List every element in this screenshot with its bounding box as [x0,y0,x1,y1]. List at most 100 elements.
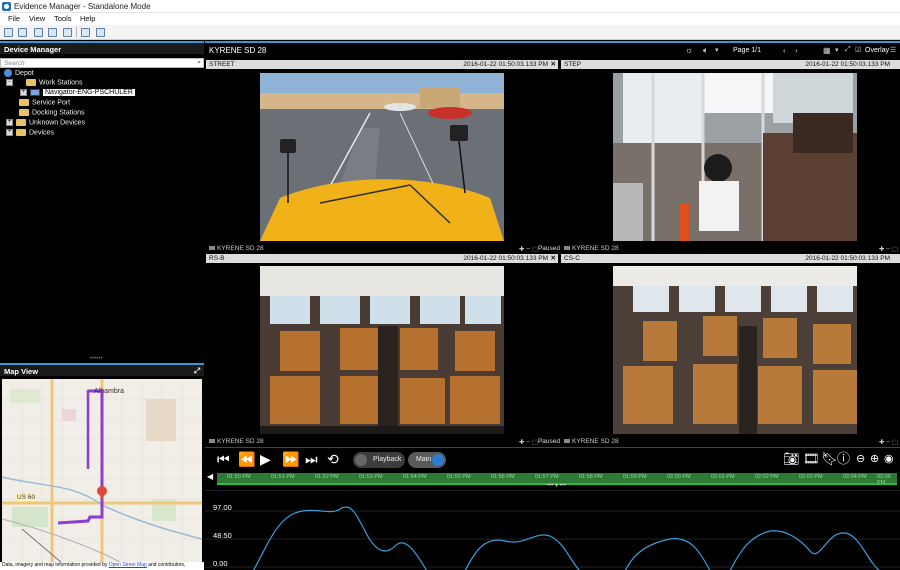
paused-status: Paused [537,438,560,445]
playback-mode-button[interactable]: Playback [353,452,405,468]
tree-item-devices[interactable]: + Devices [6,129,54,139]
tile-header: RS-B 2016-01-22 01:50:03.133 PM ✕ [206,254,558,263]
menu-tools[interactable]: Tools [54,14,72,23]
device-manager-title: Device Manager [4,45,62,54]
timeline[interactable]: ◀ 01:50 PM 01:51 PM 01:52 PM 01:53 PM 01… [205,471,900,489]
tree-item-service-port[interactable]: Service Port [19,99,70,109]
video-tile-cs-c[interactable]: CS-C 2016-01-22 01:50:03.133 PM KYRENE S… [561,254,900,446]
camera-icon [564,439,570,444]
main-mode-button[interactable]: Main [408,452,446,468]
timeline-left-icon[interactable]: ◀ [207,472,213,481]
bookmark-icon[interactable]: 🔖︎ [821,452,838,466]
volume-dropdown-icon[interactable]: ▾ [715,46,719,54]
zoom-controls[interactable]: ✚ − ⬚ [879,245,898,253]
open-icon[interactable] [18,28,27,37]
splitter-grip[interactable]: •••••• [90,356,103,362]
zoom-reset-icon[interactable]: ◉ [884,452,894,466]
zoom-controls[interactable]: ✚ − ⬚ [519,245,538,253]
camera-icon [564,246,570,251]
zoom-controls[interactable]: ✚ − ⬚ [519,438,538,446]
expand-icon[interactable]: + [6,129,13,136]
skip-to-end-icon[interactable]: ⏭ [305,452,318,466]
snapshot-icon[interactable]: 📷︎ [783,452,800,466]
map-credit-link[interactable]: Open Street Map [109,562,147,568]
zoom-in-icon[interactable]: ⊕ [870,452,879,466]
folder-icon [19,109,29,116]
tree-item-work-stations[interactable]: - Work Stations [6,79,82,89]
menu-view[interactable]: View [29,14,45,23]
tree-item-depot[interactable]: Depot [4,69,34,79]
tile-header: CS-C 2016-01-22 01:50:03.133 PM [561,254,900,263]
tile-timestamp: 2016-01-22 01:50:03.133 PM [805,255,890,262]
options-icon[interactable]: ☰ [890,46,896,54]
info-icon[interactable]: ⓘ [837,452,850,466]
camera-icon [209,246,215,251]
fullscreen-icon[interactable]: ⤢ [845,46,851,54]
zoom-out-icon[interactable]: ⊖ [856,452,865,466]
camera-name: STREET [209,61,235,68]
new-icon[interactable] [4,28,13,37]
camera-icon [209,439,215,444]
video-header: KYRENE SD 28 ☼ 🔈︎ ▾ Page 1/1 ‹ › ▦ ▾ ⤢ ☑… [205,41,900,58]
prev-page-icon[interactable]: ‹ [783,46,786,55]
tile-header: STREET 2016-01-22 01:50:03.133 PM ✕ [206,60,558,69]
report-icon[interactable] [96,28,105,37]
video-frame [613,73,857,241]
play-icon[interactable]: ▶ [260,452,271,466]
folder-icon [26,79,36,86]
fast-forward-icon[interactable]: ⏩ [282,452,299,466]
save-icon[interactable] [63,28,72,37]
skip-to-start-icon[interactable]: ⏮ [217,452,230,466]
monitor-icon [30,89,40,96]
step-camera-image [613,73,857,241]
tree-item-unknown-devices[interactable]: + Unknown Devices [6,119,85,129]
brightness-icon[interactable]: ☼ [685,45,693,55]
layout-dropdown-icon[interactable]: ▾ [835,46,839,54]
video-tile-rs-b[interactable]: RS-B 2016-01-22 01:50:03.133 PM ✕ KYRENE… [206,254,560,446]
playback-controls: ⏮ ⏪ ▶ ⏩ ⏭ ⟲ Playback Main 📷︎ 🎞︎ 🔖︎ ⓘ ⊖ ⊕… [205,447,900,471]
layout-grid-icon[interactable]: ▦ [823,46,831,55]
search-icon[interactable]: ⌕ [197,59,201,67]
overlay-toggle-icon[interactable]: ☑ [855,46,861,54]
overlay-label[interactable]: Overlay [865,47,889,54]
devices-icon[interactable] [48,28,57,37]
edit-icon[interactable] [81,28,90,37]
close-icon[interactable]: ✕ [551,254,556,262]
tile-footer: KYRENE SD 28 ✚ − ⬚ Paused [206,244,560,253]
zoom-controls[interactable]: ✚ − ⬚ [879,438,898,446]
rewind-icon[interactable]: ⏪ [238,452,255,466]
map-credit: Data, imagery and map information provid… [0,562,204,570]
next-page-icon[interactable]: › [795,46,798,55]
expand-icon[interactable]: + [6,119,13,126]
tree-item-docking-stations[interactable]: Docking Stations [19,109,85,119]
toolbar-separator [76,27,77,38]
close-icon[interactable]: ✕ [551,60,556,68]
tile-footer: KYRENE SD 28 ✚ − ⬚ [561,244,900,253]
export-clip-icon[interactable]: 🎞︎ [803,452,820,466]
expand-icon[interactable]: + [20,89,27,96]
sensor-graph[interactable]: 97.00 48.50 0.00 [205,490,900,570]
vehicle-title: KYRENE SD 28 [209,46,267,55]
video-frame [613,266,857,434]
maximize-icon[interactable]: ⤢ [194,366,200,376]
tile-timestamp: 2016-01-22 01:50:03.133 PM [463,61,548,68]
title-bar: Evidence Manager - Standalone Mode [0,0,900,13]
timeline-splitter-grip[interactable]: ••• ▾ ••• [547,482,566,489]
collapse-icon[interactable]: - [6,79,13,86]
video-tile-step[interactable]: STEP 2016-01-22 01:50:03.133 PM KYRENE S… [561,60,900,253]
device-search-input[interactable]: Search ⌕ [0,58,204,68]
mute-icon[interactable]: 🔈︎ [703,45,708,56]
map-view[interactable]: Alhambra US 60 [2,379,202,563]
menu-file[interactable]: File [8,14,20,23]
tree-item-navigator[interactable]: + Navigator-ENG-PSCHULER [20,89,135,99]
video-tile-street[interactable]: STREET 2016-01-22 01:50:03.133 PM ✕ KYRE… [206,60,560,253]
cs-c-camera-image [613,266,857,434]
map-view-header: Map View ⤢ [0,363,204,376]
loop-icon[interactable]: ⟲ [327,452,339,466]
export-icon[interactable] [34,28,43,37]
app-icon [2,2,11,11]
device-manager-header: Device Manager [0,41,204,54]
map-place-label: Alhambra [94,388,124,395]
menu-help[interactable]: Help [80,14,95,23]
map-credit-text: Data, imagery and map information provid… [2,562,108,568]
